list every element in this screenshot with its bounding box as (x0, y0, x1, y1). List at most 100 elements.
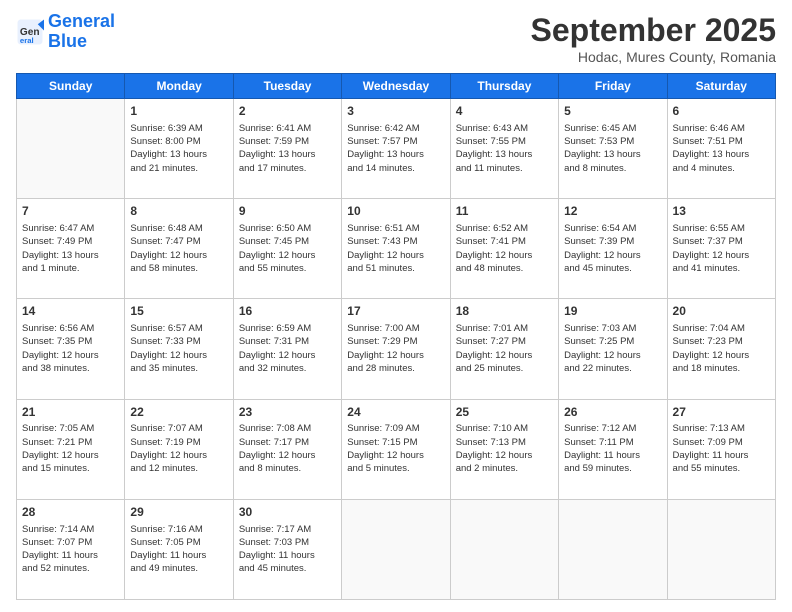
day-number: 18 (456, 303, 553, 320)
weekday-header-thursday: Thursday (450, 74, 558, 99)
month-title: September 2025 (531, 12, 776, 49)
logo-line1: General (48, 11, 115, 31)
calendar-cell (450, 499, 558, 599)
day-number: 28 (22, 504, 119, 521)
cell-info: Sunrise: 6:59 AM Sunset: 7:31 PM Dayligh… (239, 322, 336, 375)
weekday-header-wednesday: Wednesday (342, 74, 450, 99)
calendar-cell: 4 Sunrise: 6:43 AM Sunset: 7:55 PM Daylig… (450, 99, 558, 199)
cell-info: Sunrise: 7:05 AM Sunset: 7:21 PM Dayligh… (22, 422, 119, 475)
weekday-header-row: SundayMondayTuesdayWednesdayThursdayFrid… (17, 74, 776, 99)
cell-info: Sunrise: 6:54 AM Sunset: 7:39 PM Dayligh… (564, 222, 661, 275)
calendar-cell: 5Sunrise: 6:45 AM Sunset: 7:53 PM Daylig… (559, 99, 667, 199)
cell-info: Sunrise: 6:51 AM Sunset: 7:43 PM Dayligh… (347, 222, 444, 275)
calendar-cell: 18 Sunrise: 7:01 AM Sunset: 7:27 PM Dayli… (450, 299, 558, 399)
cell-info: Sunrise: 7:07 AM Sunset: 7:19 PM Dayligh… (130, 422, 227, 475)
calendar-cell: 2Sunrise: 6:41 AM Sunset: 7:59 PM Daylig… (233, 99, 341, 199)
cell-info: Sunrise: 7:12 AM Sunset: 7:11 PM Dayligh… (564, 422, 661, 475)
day-number: 4 (456, 103, 553, 120)
day-number: 12 (564, 203, 661, 220)
day-number: 13 (673, 203, 770, 220)
logo-text: General Blue (48, 12, 115, 52)
cell-info: Sunrise: 7:00 AM Sunset: 7:29 PM Dayligh… (347, 322, 444, 375)
calendar-cell: 16 Sunrise: 6:59 AM Sunset: 7:31 PM Dayli… (233, 299, 341, 399)
calendar-cell: 26Sunrise: 7:12 AM Sunset: 7:11 PM Dayli… (559, 399, 667, 499)
day-number: 8 (130, 203, 227, 220)
calendar-table: SundayMondayTuesdayWednesdayThursdayFrid… (16, 73, 776, 600)
day-number: 10 (347, 203, 444, 220)
cell-info: Sunrise: 6:56 AM Sunset: 7:35 PM Dayligh… (22, 322, 119, 375)
calendar-cell: 6Sunrise: 6:46 AM Sunset: 7:51 PM Daylig… (667, 99, 775, 199)
calendar-cell (559, 499, 667, 599)
day-number: 7 (22, 203, 119, 220)
cell-info: Sunrise: 7:09 AM Sunset: 7:15 PM Dayligh… (347, 422, 444, 475)
subtitle: Hodac, Mures County, Romania (531, 49, 776, 65)
day-number: 24 (347, 404, 444, 421)
cell-info: Sunrise: 6:48 AM Sunset: 7:47 PM Dayligh… (130, 222, 227, 275)
week-row-4: 28Sunrise: 7:14 AM Sunset: 7:07 PM Dayli… (17, 499, 776, 599)
cell-info: Sunrise: 7:01 AM Sunset: 7:27 PM Dayligh… (456, 322, 553, 375)
day-number: 23 (239, 404, 336, 421)
calendar-cell: 22Sunrise: 7:07 AM Sunset: 7:19 PM Dayli… (125, 399, 233, 499)
cell-info: Sunrise: 6:42 AM Sunset: 7:57 PM Dayligh… (347, 122, 444, 175)
calendar-cell: 8 Sunrise: 6:48 AM Sunset: 7:47 PM Daylig… (125, 199, 233, 299)
day-number: 16 (239, 303, 336, 320)
calendar-cell: 27Sunrise: 7:13 AM Sunset: 7:09 PM Dayli… (667, 399, 775, 499)
cell-info: Sunrise: 7:08 AM Sunset: 7:17 PM Dayligh… (239, 422, 336, 475)
calendar-cell (342, 499, 450, 599)
day-number: 21 (22, 404, 119, 421)
cell-info: Sunrise: 6:55 AM Sunset: 7:37 PM Dayligh… (673, 222, 770, 275)
cell-info: Sunrise: 7:04 AM Sunset: 7:23 PM Dayligh… (673, 322, 770, 375)
calendar-cell: 28Sunrise: 7:14 AM Sunset: 7:07 PM Dayli… (17, 499, 125, 599)
weekday-header-tuesday: Tuesday (233, 74, 341, 99)
day-number: 11 (456, 203, 553, 220)
cell-info: Sunrise: 6:50 AM Sunset: 7:45 PM Dayligh… (239, 222, 336, 275)
calendar-cell: 15Sunrise: 6:57 AM Sunset: 7:33 PM Dayli… (125, 299, 233, 399)
calendar-cell: 21Sunrise: 7:05 AM Sunset: 7:21 PM Dayli… (17, 399, 125, 499)
week-row-2: 14 Sunrise: 6:56 AM Sunset: 7:35 PM Dayli… (17, 299, 776, 399)
cell-info: Sunrise: 7:03 AM Sunset: 7:25 PM Dayligh… (564, 322, 661, 375)
calendar-cell: 3Sunrise: 6:42 AM Sunset: 7:57 PM Daylig… (342, 99, 450, 199)
cell-info: Sunrise: 6:46 AM Sunset: 7:51 PM Dayligh… (673, 122, 770, 175)
calendar-cell: 23Sunrise: 7:08 AM Sunset: 7:17 PM Dayli… (233, 399, 341, 499)
calendar-cell: 25Sunrise: 7:10 AM Sunset: 7:13 PM Dayli… (450, 399, 558, 499)
day-number: 9 (239, 203, 336, 220)
cell-info: Sunrise: 6:47 AM Sunset: 7:49 PM Dayligh… (22, 222, 119, 275)
logo-line2: Blue (48, 31, 87, 51)
cell-info: Sunrise: 7:10 AM Sunset: 7:13 PM Dayligh… (456, 422, 553, 475)
calendar-cell: 19Sunrise: 7:03 AM Sunset: 7:25 PM Dayli… (559, 299, 667, 399)
calendar-cell (17, 99, 125, 199)
calendar-cell: 7 Sunrise: 6:47 AM Sunset: 7:49 PM Daylig… (17, 199, 125, 299)
title-block: September 2025 Hodac, Mures County, Roma… (531, 12, 776, 65)
day-number: 20 (673, 303, 770, 320)
day-number: 30 (239, 504, 336, 521)
page: Gen eral General Blue September 2025 Hod… (0, 0, 792, 612)
cell-info: Sunrise: 7:16 AM Sunset: 7:05 PM Dayligh… (130, 523, 227, 576)
day-number: 14 (22, 303, 119, 320)
calendar-cell: 12 Sunrise: 6:54 AM Sunset: 7:39 PM Dayli… (559, 199, 667, 299)
day-number: 1 (130, 103, 227, 120)
calendar-cell: 20 Sunrise: 7:04 AM Sunset: 7:23 PM Dayli… (667, 299, 775, 399)
week-row-1: 7 Sunrise: 6:47 AM Sunset: 7:49 PM Daylig… (17, 199, 776, 299)
cell-info: Sunrise: 6:41 AM Sunset: 7:59 PM Dayligh… (239, 122, 336, 175)
weekday-header-saturday: Saturday (667, 74, 775, 99)
calendar-cell: 11Sunrise: 6:52 AM Sunset: 7:41 PM Dayli… (450, 199, 558, 299)
calendar-cell: 24Sunrise: 7:09 AM Sunset: 7:15 PM Dayli… (342, 399, 450, 499)
logo: Gen eral General Blue (16, 12, 115, 52)
day-number: 17 (347, 303, 444, 320)
day-number: 26 (564, 404, 661, 421)
logo-icon: Gen eral (16, 18, 44, 46)
day-number: 5 (564, 103, 661, 120)
cell-info: Sunrise: 6:43 AM Sunset: 7:55 PM Dayligh… (456, 122, 553, 175)
day-number: 15 (130, 303, 227, 320)
calendar-cell: 17 Sunrise: 7:00 AM Sunset: 7:29 PM Dayli… (342, 299, 450, 399)
calendar-cell: 10 Sunrise: 6:51 AM Sunset: 7:43 PM Dayli… (342, 199, 450, 299)
calendar-cell: 29 Sunrise: 7:16 AM Sunset: 7:05 PM Dayli… (125, 499, 233, 599)
weekday-header-monday: Monday (125, 74, 233, 99)
cell-info: Sunrise: 6:39 AM Sunset: 8:00 PM Dayligh… (130, 122, 227, 175)
weekday-header-sunday: Sunday (17, 74, 125, 99)
calendar-cell: 13 Sunrise: 6:55 AM Sunset: 7:37 PM Dayli… (667, 199, 775, 299)
day-number: 29 (130, 504, 227, 521)
day-number: 22 (130, 404, 227, 421)
calendar-cell: 30 Sunrise: 7:17 AM Sunset: 7:03 PM Dayli… (233, 499, 341, 599)
cell-info: Sunrise: 7:17 AM Sunset: 7:03 PM Dayligh… (239, 523, 336, 576)
